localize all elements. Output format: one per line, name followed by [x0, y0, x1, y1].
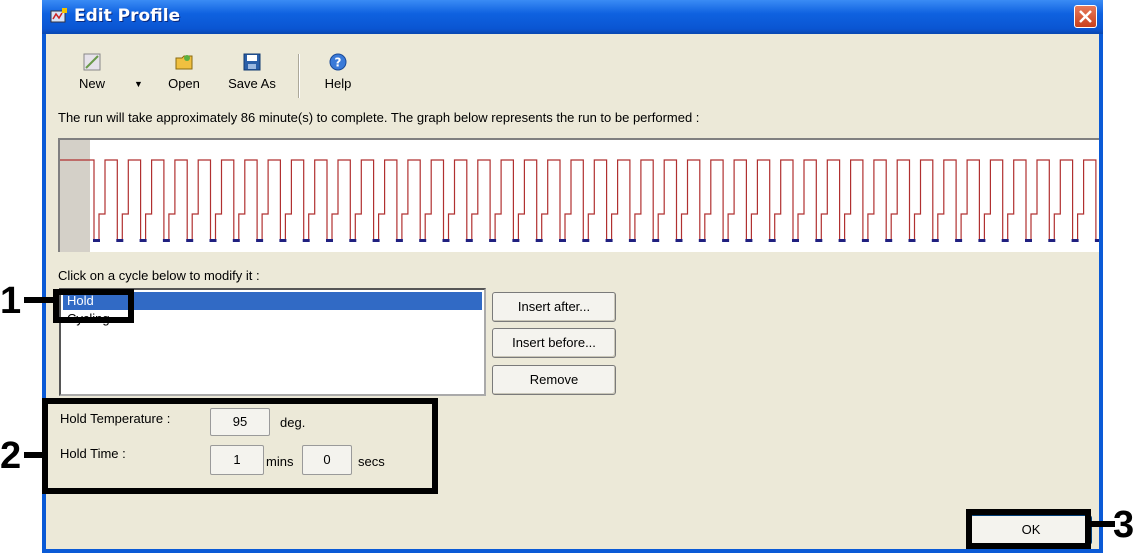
acquisition-marker [535, 239, 543, 242]
annotation-1-line [24, 297, 54, 303]
temperature-profile-plot [60, 159, 1099, 242]
acquisition-marker [1094, 239, 1099, 242]
acquisition-marker [1071, 239, 1079, 242]
acquisition-marker [349, 239, 357, 242]
acquisition-marker [768, 239, 776, 242]
save-as-button[interactable]: Save As [220, 52, 284, 91]
acquisition-marker [1048, 239, 1056, 242]
acquisition-marker [512, 239, 520, 242]
acquisition-marker [465, 239, 473, 242]
acquisition-marker [139, 239, 147, 242]
annotation-2: 2 [0, 435, 22, 477]
acquisition-marker [582, 239, 590, 242]
acquisition-marker [861, 239, 869, 242]
acquisition-marker [442, 239, 450, 242]
help-button[interactable]: ? Help [316, 52, 360, 91]
acquisition-marker [256, 239, 264, 242]
acquisition-marker [419, 239, 427, 242]
acquisition-marker [605, 239, 613, 242]
acquisition-marker [628, 239, 636, 242]
insert-before-button[interactable]: Insert before... [492, 328, 616, 358]
acquisition-marker [162, 239, 170, 242]
run-profile-graph [58, 138, 1099, 252]
acquisition-marker [931, 239, 939, 242]
new-button[interactable]: New [70, 52, 114, 91]
acquisition-marker [675, 239, 683, 242]
acquisition-marker [815, 239, 823, 242]
acquisition-marker [302, 239, 310, 242]
annotation-3-box [966, 509, 1091, 549]
annotation-1: 1 [0, 280, 22, 322]
annotation-3: 3 [1113, 504, 1135, 546]
acquisition-marker [1001, 239, 1009, 242]
acquisition-marker [792, 239, 799, 242]
acquisition-marker [652, 239, 660, 242]
close-button[interactable] [1074, 5, 1097, 28]
help-icon: ? [329, 53, 347, 71]
acquisition-marker [279, 239, 287, 242]
remove-button[interactable]: Remove [492, 365, 616, 395]
acquisition-marker [232, 239, 240, 242]
acquisition-marker [908, 239, 916, 242]
help-label: Help [324, 76, 352, 91]
svg-text:?: ? [335, 56, 342, 70]
new-label: New [78, 76, 105, 91]
save-as-label: Save As [228, 76, 276, 91]
acquisition-marker [722, 239, 730, 242]
profile-line [60, 159, 1099, 241]
new-dropdown-arrow-icon[interactable]: ▼ [134, 79, 143, 89]
acquisition-marker [372, 239, 380, 242]
acquisition-marker [559, 239, 566, 242]
toolbar: New ▼ Open Save As ? Help [46, 42, 1099, 102]
run-duration-text: The run will take approximately 86 minut… [58, 110, 700, 125]
toolbar-separator [298, 54, 300, 98]
insert-after-button[interactable]: Insert after... [492, 292, 616, 322]
save-disk-icon [243, 53, 261, 71]
acquisition-marker [116, 239, 124, 242]
window-title: Edit Profile [74, 6, 181, 26]
acquisition-marker [885, 239, 893, 242]
acquisition-marker [326, 239, 333, 242]
open-label: Open [168, 76, 200, 91]
acquisition-marker [978, 239, 986, 242]
cycle-prompt: Click on a cycle below to modify it : [58, 268, 260, 283]
annotation-2-box [42, 398, 438, 494]
close-icon [1079, 10, 1092, 23]
acquisition-marker [209, 239, 217, 242]
acquisition-marker [93, 239, 100, 242]
annotation-1-box [53, 289, 134, 323]
edit-profile-icon [50, 8, 67, 23]
acquisition-marker [955, 239, 963, 242]
annotation-3-line [1091, 521, 1115, 527]
acquisition-marker [395, 239, 403, 242]
acquisition-marker [698, 239, 706, 242]
acquisition-marker [1025, 239, 1032, 242]
acquisition-marker [186, 239, 194, 242]
title-bar: Edit Profile [42, 0, 1103, 34]
open-folder-icon [175, 55, 193, 70]
acquisition-marker [745, 239, 753, 242]
acquisition-marker [838, 239, 846, 242]
acquisition-marker [489, 239, 497, 242]
new-profile-icon [83, 53, 101, 71]
open-button[interactable]: Open [162, 52, 206, 91]
annotation-2-line [24, 452, 44, 458]
